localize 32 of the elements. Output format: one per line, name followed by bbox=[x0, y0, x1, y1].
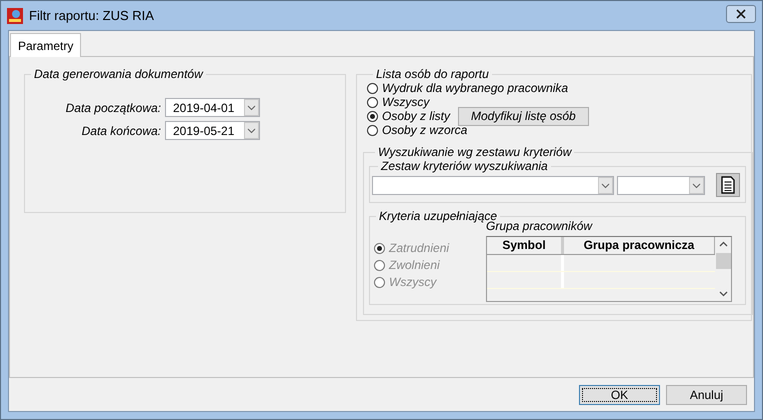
modify-list-button[interactable]: Modyfikuj listę osób bbox=[458, 106, 589, 126]
app-icon bbox=[7, 8, 23, 24]
group-title: Data generowania dokumentów bbox=[33, 67, 204, 81]
date-field[interactable]: 2019-04-01 bbox=[165, 98, 260, 117]
radio-button[interactable] bbox=[367, 124, 378, 136]
window-title: Filtr raportu: ZUS RIA bbox=[29, 8, 155, 23]
radio-button[interactable] bbox=[367, 96, 378, 108]
dropdown-icon bbox=[244, 99, 259, 116]
radio-option[interactable]: Osoby z listy bbox=[367, 109, 450, 123]
radio-option[interactable]: Wydruk dla wybranego pracownika bbox=[367, 81, 568, 95]
dropdown-icon bbox=[598, 176, 613, 194]
date-field[interactable]: 2019-05-21 bbox=[165, 121, 260, 140]
dialog-button[interactable]: Anuluj bbox=[666, 384, 747, 404]
dropdown-icon bbox=[244, 122, 259, 139]
dropdown-icon bbox=[689, 176, 704, 194]
group-title: Zestaw kryteriów wyszukiwania bbox=[380, 159, 549, 173]
tab[interactable]: Parametry bbox=[10, 33, 82, 57]
close-button[interactable] bbox=[726, 4, 756, 22]
scroll-up-icon bbox=[718, 241, 728, 247]
dialog-button[interactable]: OK bbox=[579, 384, 660, 404]
field-label: Data początkowa: bbox=[66, 100, 161, 114]
group-title: Lista osób do raportu bbox=[375, 67, 490, 81]
field-label: Data końcowa: bbox=[82, 124, 161, 138]
group-title: Wyszukiwanie wg zestawu kryteriów bbox=[377, 145, 573, 159]
radio-button[interactable] bbox=[367, 82, 378, 94]
close-icon bbox=[736, 8, 746, 18]
scroll-down-icon bbox=[718, 291, 728, 297]
document-button[interactable] bbox=[716, 173, 740, 197]
radio-option[interactable]: Osoby z wzorca bbox=[367, 123, 468, 137]
radio-option[interactable]: Wszyscy bbox=[367, 95, 430, 109]
radio-button[interactable] bbox=[367, 110, 378, 122]
document-icon bbox=[721, 176, 735, 194]
